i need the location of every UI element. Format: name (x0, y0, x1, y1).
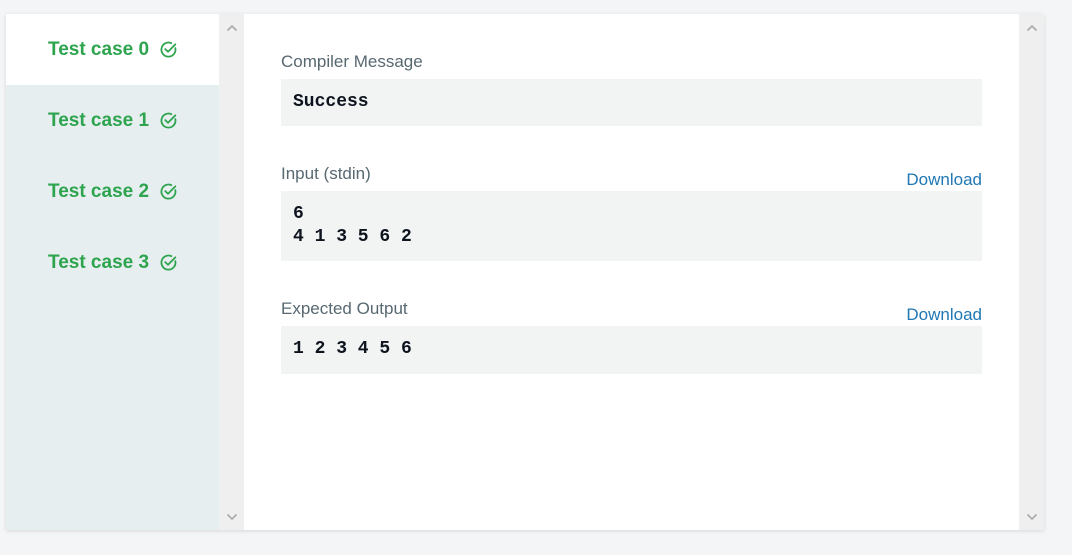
expected-output-label: Expected Output (281, 299, 408, 318)
expected-output-download-link[interactable]: Download (906, 305, 982, 325)
scroll-up-icon[interactable] (1019, 18, 1044, 38)
check-circle-icon (159, 40, 178, 59)
input-label: Input (stdin) (281, 164, 371, 183)
test-case-sidebar: Test case 0 Test case 1 Test case 2 Test… (6, 14, 219, 530)
tab-test-case-1[interactable]: Test case 1 (6, 85, 219, 156)
check-circle-icon (159, 182, 178, 201)
test-case-label: Test case 3 (48, 251, 150, 273)
input-line: 4 1 3 5 6 2 (293, 227, 412, 247)
test-case-label: Test case 0 (48, 38, 150, 60)
sidebar-scrollbar[interactable] (219, 14, 244, 530)
check-circle-icon (159, 111, 178, 130)
scroll-up-icon[interactable] (219, 18, 244, 38)
compiler-message-value: Success (293, 92, 369, 112)
test-case-label: Test case 1 (48, 109, 150, 131)
tab-test-case-3[interactable]: Test case 3 (6, 227, 219, 298)
scroll-down-icon[interactable] (1019, 507, 1044, 527)
compiler-message-box: Success (281, 79, 982, 126)
test-case-label: Test case 2 (48, 180, 150, 202)
expected-output-box: 1 2 3 4 5 6 (281, 326, 982, 374)
test-case-detail: Compiler Message Success Input (stdin) D… (244, 14, 1019, 530)
test-results-panel: Test case 0 Test case 1 Test case 2 Test… (6, 14, 1044, 530)
input-download-link[interactable]: Download (906, 170, 982, 190)
expected-output-line: 1 2 3 4 5 6 (293, 339, 412, 359)
scroll-down-icon[interactable] (219, 507, 244, 527)
tab-test-case-0[interactable]: Test case 0 (6, 14, 219, 85)
content-scrollbar[interactable] (1019, 14, 1044, 530)
compiler-message-label: Compiler Message (281, 52, 423, 71)
check-circle-icon (159, 253, 178, 272)
tab-test-case-2[interactable]: Test case 2 (6, 156, 219, 227)
input-box: 6 4 1 3 5 6 2 (281, 191, 982, 261)
input-line: 6 (293, 204, 304, 224)
